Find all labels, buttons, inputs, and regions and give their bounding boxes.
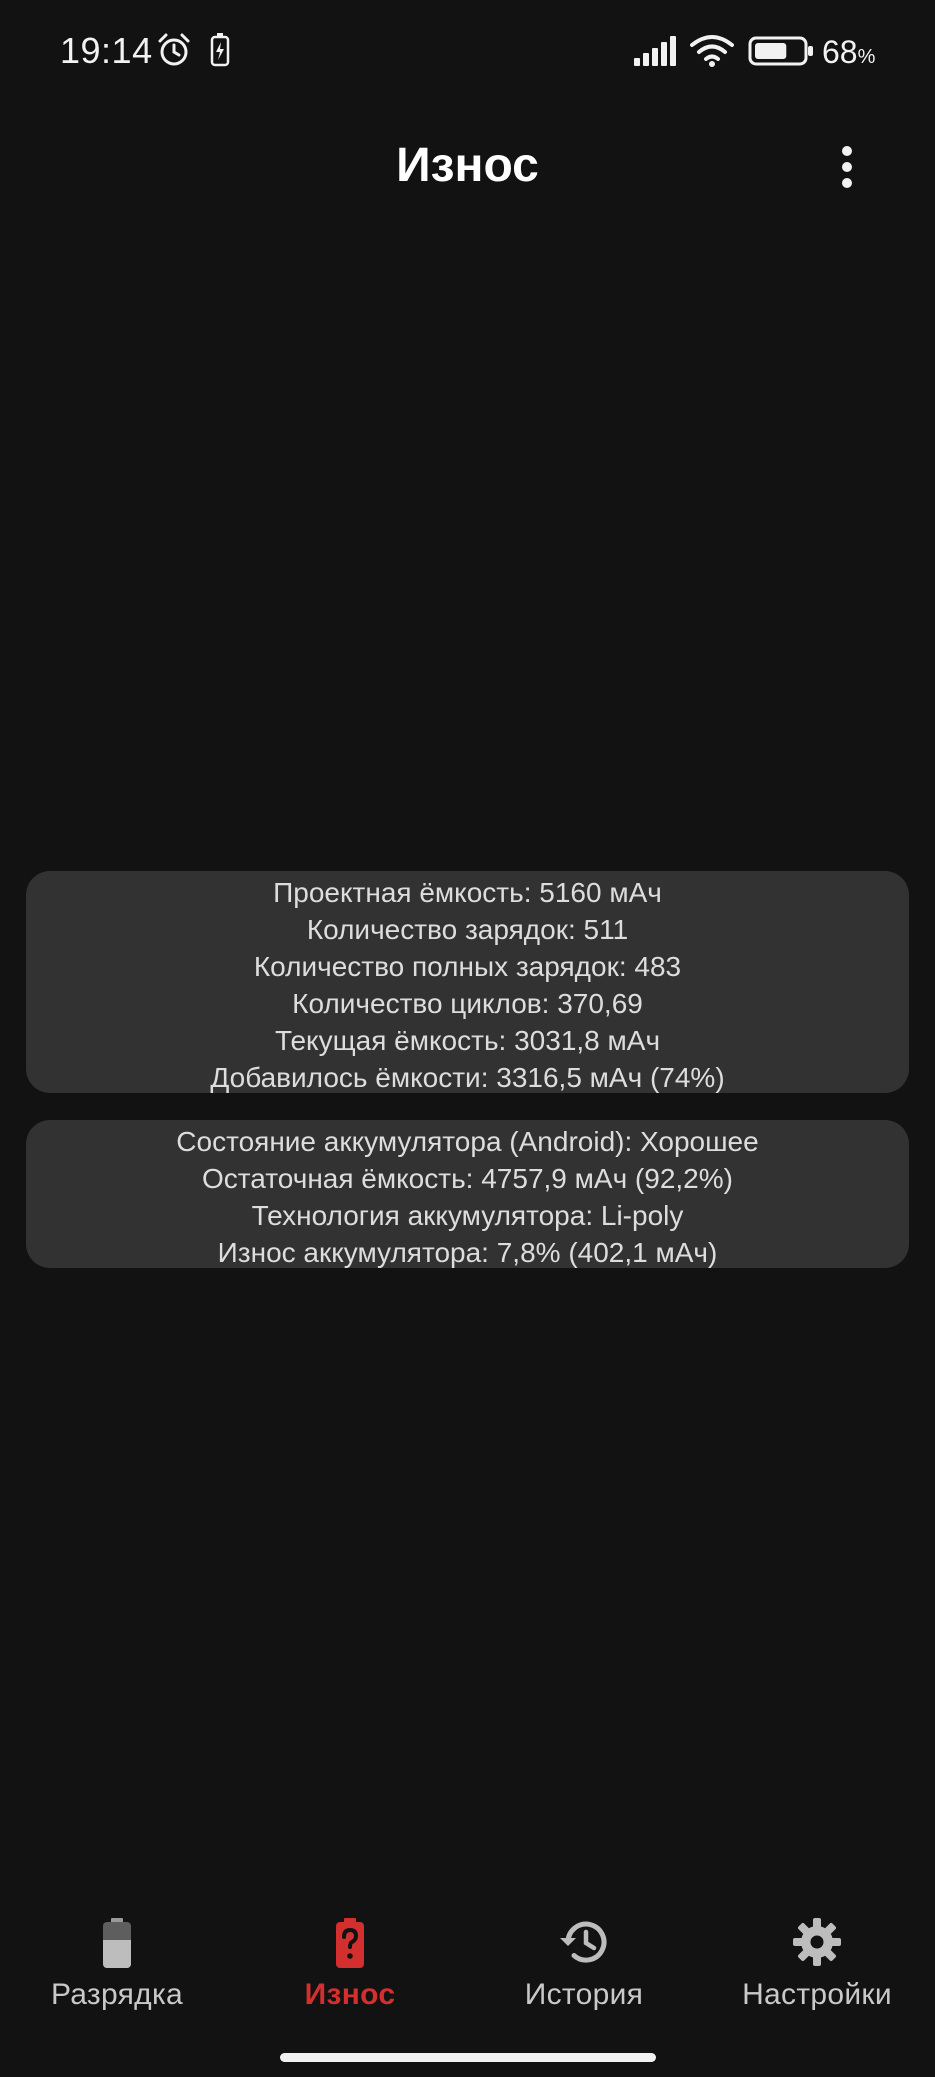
- nav-label-wear: Износ: [304, 1978, 396, 2011]
- nav-label-settings: Настройки: [742, 1978, 892, 2011]
- design-capacity-text: Проектная ёмкость: 5160 мАч: [273, 877, 662, 908]
- settings-gear-icon: [793, 1918, 841, 1966]
- more-vertical-icon: [842, 146, 852, 156]
- status-bar: 19:14 68%: [0, 0, 935, 104]
- battery-health-card: Состояние аккумулятора (Android): Хороше…: [26, 1120, 909, 1268]
- wifi-icon: [690, 35, 734, 67]
- nav-item-discharge[interactable]: Разрядка: [0, 1900, 234, 2030]
- battery-health-text: Состояние аккумулятора (Android): Хороше…: [176, 1126, 759, 1157]
- charging-icon: [210, 33, 230, 67]
- battery-icon: [103, 1918, 131, 1968]
- history-icon: [560, 1921, 607, 1963]
- nav-item-settings[interactable]: Настройки: [700, 1900, 934, 2030]
- more-options-button[interactable]: [830, 140, 864, 200]
- page-title: Износ: [396, 139, 539, 192]
- alarm-icon: [158, 33, 190, 66]
- battery-wear-text: Износ аккумулятора: 7,8% (402,1 мАч): [217, 1237, 718, 1268]
- status-time: 19:14: [60, 30, 153, 71]
- battery-technology-text: Технология аккумулятора: Li-poly: [251, 1200, 684, 1231]
- signal-icon: [634, 36, 676, 66]
- full-charge-count-text: Количество полных зарядок: 483: [253, 951, 682, 982]
- remaining-capacity-text: Остаточная ёмкость: 4757,9 мАч (92,2%): [202, 1163, 733, 1194]
- bottom-navigation: Разрядка Износ История Настройки: [0, 1900, 935, 2040]
- battery-percent: 68%: [822, 34, 876, 70]
- home-indicator[interactable]: [280, 2053, 656, 2062]
- charge-count-text: Количество зарядок: 511: [306, 914, 629, 945]
- cycle-count-text: Количество циклов: 370,69: [292, 988, 643, 1019]
- app-header: Износ: [0, 120, 935, 220]
- nav-label-history: История: [524, 1978, 644, 2011]
- battery-icon: [748, 36, 813, 66]
- battery-alert-icon: [336, 1918, 364, 1968]
- nav-item-wear[interactable]: Износ: [233, 1900, 467, 2030]
- nav-label-discharge: Разрядка: [50, 1978, 184, 2011]
- current-capacity-text: Текущая ёмкость: 3031,8 мАч: [274, 1025, 661, 1056]
- nav-item-history[interactable]: История: [467, 1900, 701, 2030]
- added-capacity-text: Добавилось ёмкости: 3316,5 мАч (74%): [210, 1062, 725, 1093]
- capacity-info-card: Проектная ёмкость: 5160 мАч Количество з…: [26, 871, 909, 1093]
